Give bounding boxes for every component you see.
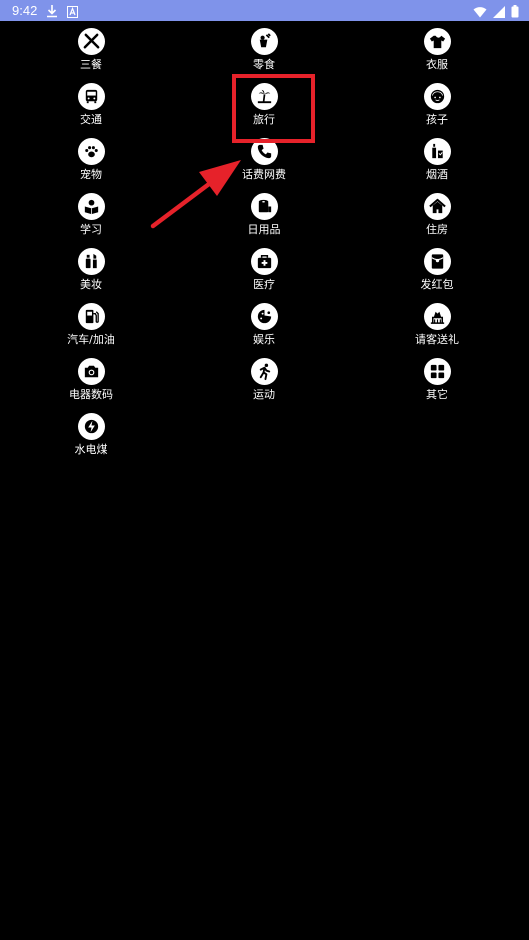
category-label: 衣服 [426, 58, 448, 71]
category-label: 娱乐 [253, 333, 275, 346]
category-label: 孩子 [426, 113, 448, 126]
medical-kit-icon [250, 248, 278, 275]
bottle-icon [423, 138, 451, 165]
category-sports[interactable]: 运动 [204, 358, 324, 401]
fuel-icon [77, 303, 105, 330]
fork-knife-icon [77, 28, 105, 55]
category-label: 其它 [426, 388, 448, 401]
category-label: 三餐 [80, 58, 102, 71]
status-bar: 9:42 [0, 0, 529, 21]
paw-icon [77, 138, 105, 165]
signal-icon [493, 3, 505, 22]
category-label: 住房 [426, 223, 448, 236]
reading-icon [77, 193, 105, 220]
cosmetics-icon [77, 248, 105, 275]
category-medical[interactable]: 医疗 [204, 248, 324, 291]
category-label: 零食 [253, 58, 275, 71]
category-meals[interactable]: 三餐 [31, 28, 151, 71]
child-icon [423, 83, 451, 110]
category-car-fuel[interactable]: 汽车/加油 [31, 303, 151, 346]
category-housing[interactable]: 住房 [377, 193, 497, 236]
bus-icon [77, 83, 105, 110]
category-label: 烟酒 [426, 168, 448, 181]
category-utilities[interactable]: 水电煤 [31, 413, 151, 456]
battery-icon [511, 3, 519, 22]
game-icon [250, 303, 278, 330]
snack-icon [250, 28, 278, 55]
category-study[interactable]: 学习 [31, 193, 151, 236]
category-cosmetics[interactable]: 美妆 [31, 248, 151, 291]
lightning-icon [77, 413, 105, 440]
category-gifts[interactable]: 请客送礼 [377, 303, 497, 346]
wifi-icon [473, 3, 487, 22]
category-transport[interactable]: 交通 [31, 83, 151, 126]
category-label: 宠物 [80, 168, 102, 181]
shirt-icon [423, 28, 451, 55]
category-label: 发红包 [420, 278, 454, 291]
category-label: 学习 [80, 223, 102, 236]
text-a-icon [67, 3, 78, 22]
download-icon [46, 3, 58, 22]
category-other[interactable]: 其它 [377, 358, 497, 401]
status-time: 9:42 [12, 3, 38, 18]
running-icon [250, 358, 278, 385]
category-label: 美妆 [80, 278, 102, 291]
category-red-envelope[interactable]: 发红包 [377, 248, 497, 291]
category-electronics[interactable]: 电器数码 [31, 358, 151, 401]
category-snacks[interactable]: 零食 [204, 28, 324, 71]
red-envelope-icon [423, 248, 451, 275]
category-label: 运动 [253, 388, 275, 401]
category-grid: 三餐 零食 衣服 交通 旅行 孩子 宠物 话费网费 烟酒 学习 日用品 住房 美… [0, 21, 529, 940]
house-icon [423, 193, 451, 220]
camera-icon [77, 358, 105, 385]
highlight-box [232, 74, 315, 143]
grid-icon [423, 358, 451, 385]
category-clothes[interactable]: 衣服 [377, 28, 497, 71]
category-pets[interactable]: 宠物 [31, 138, 151, 181]
category-label: 交通 [80, 113, 102, 126]
category-label: 水电煤 [74, 443, 108, 456]
category-tobacco-alcohol[interactable]: 烟酒 [377, 138, 497, 181]
category-entertainment[interactable]: 娱乐 [204, 303, 324, 346]
annotation-arrow [150, 160, 241, 229]
category-label: 汽车/加油 [67, 333, 115, 346]
category-children[interactable]: 孩子 [377, 83, 497, 126]
category-label: 请客送礼 [415, 333, 459, 346]
category-label: 医疗 [253, 278, 275, 291]
category-label: 电器数码 [69, 388, 113, 401]
gift-icon [423, 303, 451, 330]
